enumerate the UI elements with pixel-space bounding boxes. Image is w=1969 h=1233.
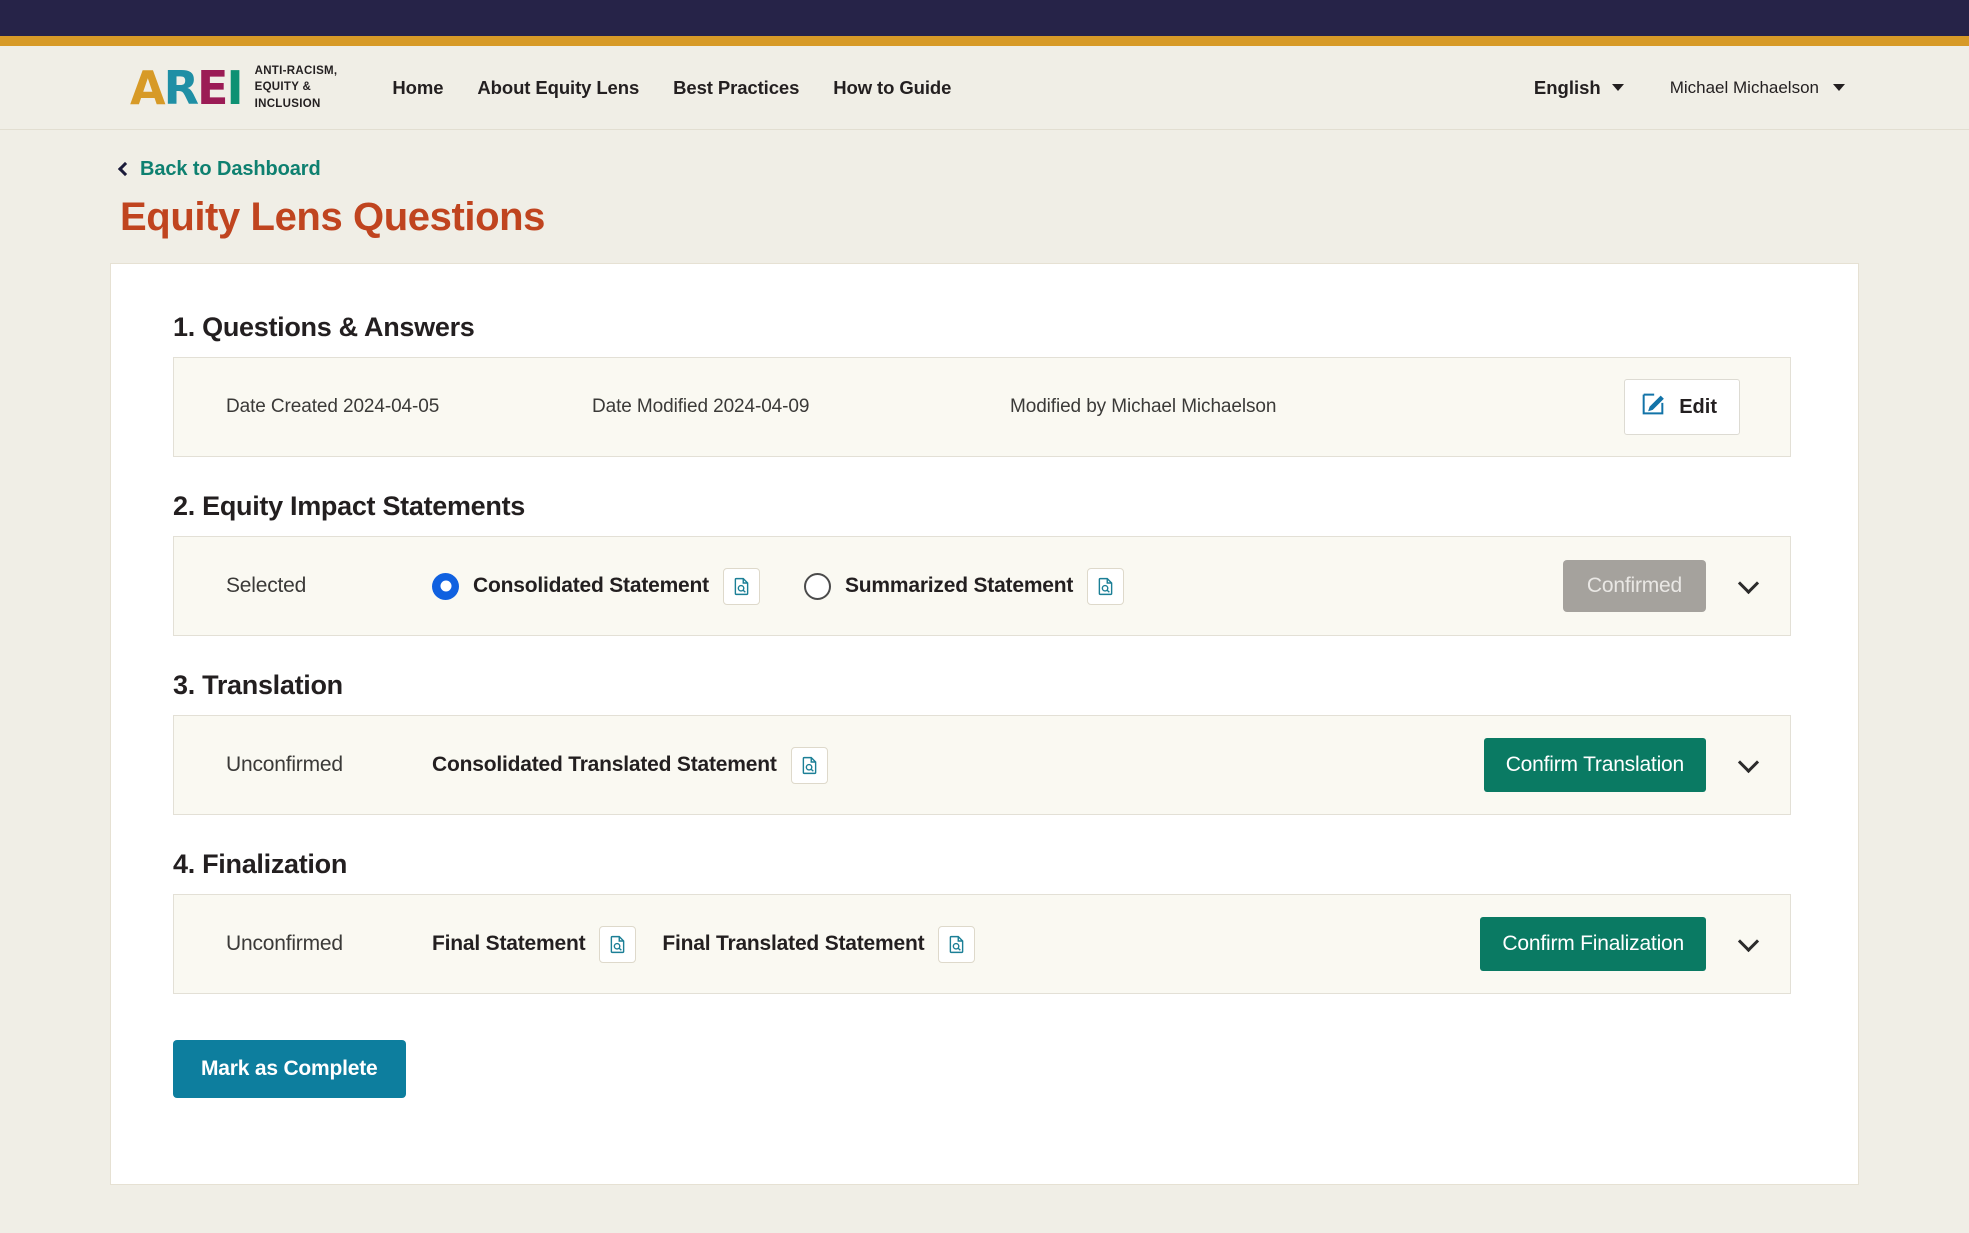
edit-button[interactable]: Edit (1624, 379, 1740, 435)
panel-translation: Unconfirmed Consolidated Translated Stat… (173, 715, 1791, 815)
confirmed-button[interactable]: Confirmed (1562, 560, 1706, 612)
nav-item-home[interactable]: Home (392, 77, 443, 99)
arei-logo-mark: A R E I (130, 61, 244, 116)
logo-letter-i: I (226, 61, 243, 116)
radio-option-consolidated-statement[interactable]: Consolidated Statement (432, 567, 760, 605)
view-document-icon-consolidated-statement[interactable] (722, 567, 760, 605)
logo-tagline-line-1: ANTI-RACISM, (254, 65, 338, 77)
logo-letter-r: R (163, 61, 199, 116)
chevron-left-icon (117, 161, 133, 177)
radio-button-consolidated[interactable] (432, 572, 459, 600)
modified-by-text: Modified by Michael Michaelson (1010, 396, 1277, 417)
user-menu-label: Michael Michaelson (1669, 77, 1819, 97)
logo-letter-e: E (197, 61, 228, 116)
document-label-consolidated-translated: Consolidated Translated Statement (432, 753, 777, 776)
logo-tagline-line-2: EQUITY & (254, 81, 312, 94)
brand-logo[interactable]: A R E I ANTI-RACISM, EQUITY & INCLUSION (130, 63, 337, 112)
radio-label-consolidated: Consolidated Statement (473, 574, 709, 597)
header-right-controls: English Michael Michaelson (1534, 77, 1969, 99)
edit-pencil-icon (1639, 390, 1667, 424)
top-accent-bar-navy (0, 0, 1969, 36)
expand-finalization-toggle[interactable] (1706, 930, 1790, 952)
view-document-icon-final-translated-statement[interactable] (938, 925, 976, 963)
chevron-down-icon (1737, 751, 1759, 773)
chevron-down-icon (1833, 84, 1845, 91)
main-content-card: 1. Questions & Answers Date Created 2024… (110, 263, 1859, 1185)
expand-equity-impact-toggle[interactable] (1706, 572, 1790, 594)
view-document-icon-final-statement[interactable] (599, 925, 637, 963)
finalization-status: Unconfirmed (226, 932, 343, 955)
top-accent-bar-gold (0, 36, 1969, 46)
logo-tagline: ANTI-RACISM, EQUITY & INCLUSION (255, 63, 338, 112)
radio-button-summarized[interactable] (803, 572, 831, 600)
radio-label-summarized: Summarized Statement (844, 574, 1074, 597)
page-header-block: Back to Dashboard Equity Lens Questions (0, 130, 1969, 240)
logo-tagline-line-3: INCLUSION (254, 97, 321, 110)
date-created-text: Date Created 2024-04-05 (226, 396, 440, 417)
panel-equity-impact: Selected Consolidated Statement Summariz… (173, 536, 1791, 636)
chevron-down-icon (1611, 84, 1624, 91)
view-document-icon-summarized-statement[interactable] (1087, 567, 1125, 605)
main-navigation: Home About Equity Lens Best Practices Ho… (392, 77, 951, 99)
panel-questions-answers: Date Created 2024-04-05 Date Modified 20… (173, 357, 1791, 457)
edit-button-label: Edit (1679, 395, 1717, 418)
back-to-dashboard-link[interactable]: Back to Dashboard (117, 158, 321, 181)
confirm-translation-button[interactable]: Confirm Translation (1483, 738, 1706, 792)
document-final-translated-statement[interactable]: Final Translated Statement (662, 925, 976, 963)
page-title: Equity Lens Questions (120, 195, 545, 239)
document-consolidated-translated-statement[interactable]: Consolidated Translated Statement (432, 746, 828, 784)
document-label-final-statement: Final Statement (432, 932, 586, 955)
translation-status: Unconfirmed (226, 753, 343, 776)
nav-item-how-to-guide[interactable]: How to Guide (833, 77, 951, 99)
chevron-down-icon (1737, 930, 1759, 952)
confirm-finalization-button[interactable]: Confirm Finalization (1480, 917, 1706, 971)
nav-item-best-practices[interactable]: Best Practices (673, 77, 799, 99)
document-label-final-translated-statement: Final Translated Statement (662, 932, 925, 955)
language-selector[interactable]: English (1534, 77, 1624, 99)
user-menu[interactable]: Michael Michaelson (1670, 78, 1845, 98)
back-to-dashboard-label: Back to Dashboard (140, 158, 321, 180)
section-heading-translation: 3. Translation (173, 670, 343, 700)
language-selector-label: English (1533, 76, 1601, 98)
section-heading-finalization: 4. Finalization (173, 849, 348, 879)
view-document-icon-consolidated-translated-statement[interactable] (790, 746, 828, 784)
equity-impact-status: Selected (226, 574, 307, 597)
expand-translation-toggle[interactable] (1706, 751, 1790, 773)
radio-option-summarized-statement[interactable]: Summarized Statement (803, 567, 1125, 605)
section-heading-questions-answers: 1. Questions & Answers (173, 312, 475, 342)
date-modified-text: Date Modified 2024-04-09 (592, 396, 810, 417)
panel-finalization: Unconfirmed Final Statement Final Transl… (173, 894, 1791, 994)
chevron-down-icon (1737, 572, 1759, 594)
section-heading-equity-impact: 2. Equity Impact Statements (173, 491, 525, 521)
site-header: A R E I ANTI-RACISM, EQUITY & INCLUSION … (0, 46, 1969, 130)
logo-letter-a: A (130, 61, 166, 116)
nav-item-about-equity-lens[interactable]: About Equity Lens (477, 77, 639, 99)
document-final-statement[interactable]: Final Statement (432, 925, 637, 963)
mark-as-complete-button[interactable]: Mark as Complete (173, 1040, 406, 1098)
